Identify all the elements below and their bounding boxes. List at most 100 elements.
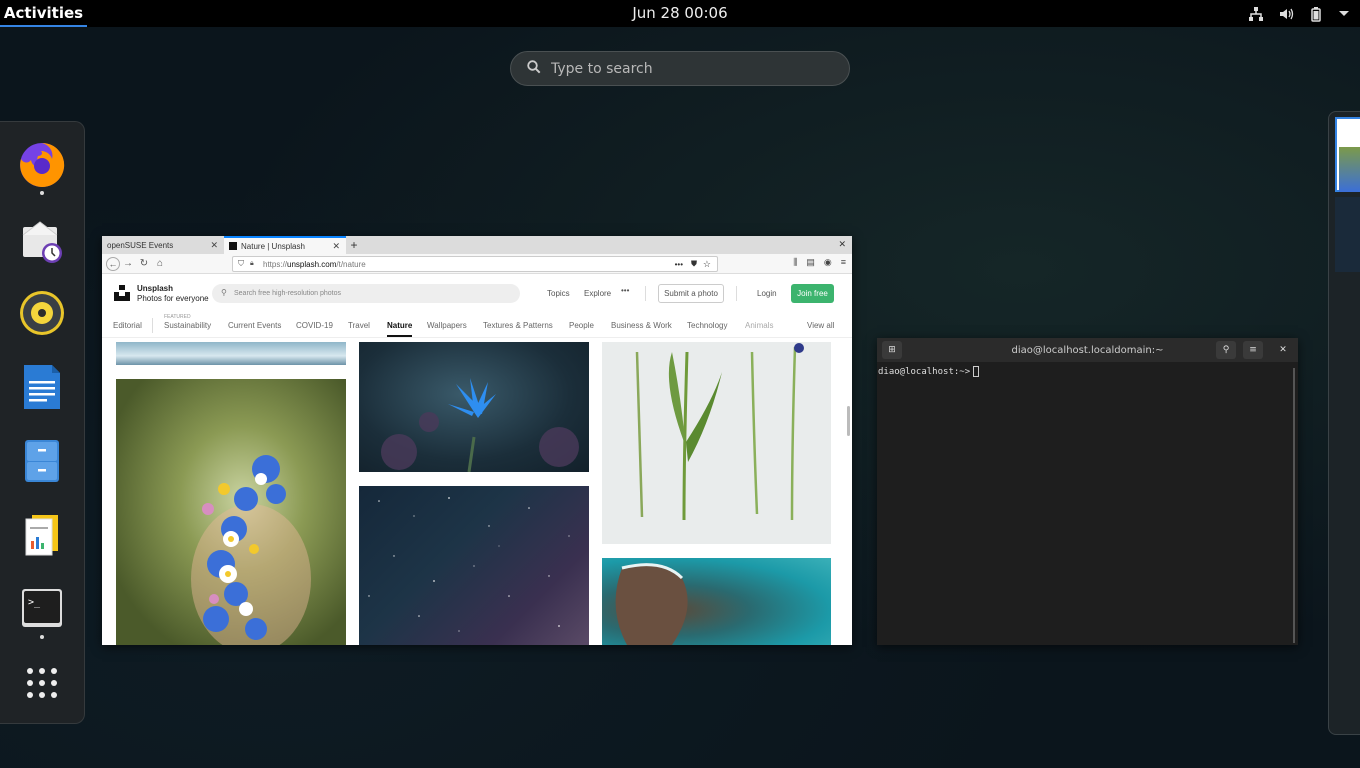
photo-search-input[interactable]: ⚲ Search free high-resolution photos: [212, 284, 520, 303]
top-bar: Activities Jun 28 00:06: [0, 0, 1360, 27]
photo-flower-crown[interactable]: [116, 379, 346, 645]
app-grid-icon[interactable]: [18, 659, 66, 707]
photo-water[interactable]: [116, 342, 346, 365]
category-covid[interactable]: COVID-19: [296, 321, 333, 330]
category-nav: FEATURED Editorial Sustainability Curren…: [102, 312, 852, 338]
page-actions-icon[interactable]: •••: [675, 260, 683, 269]
firefox-icon[interactable]: [18, 141, 66, 189]
chevron-down-icon[interactable]: [1338, 8, 1350, 20]
tab-label: Nature | Unsplash: [241, 241, 305, 251]
category-technology[interactable]: Technology: [687, 321, 727, 330]
join-free-button[interactable]: Join free: [791, 284, 834, 303]
photo-blue-flower[interactable]: [359, 342, 589, 473]
back-arrow-icon[interactable]: ←: [106, 256, 120, 271]
workspace-panel: [1335, 197, 1360, 272]
terminal-title: diao@localhost.localdomain:~: [1011, 344, 1164, 356]
terminal-headerbar: ⊞ diao@localhost.localdomain:~ ⚲ ≡ ✕: [877, 338, 1298, 362]
mail-clock-icon[interactable]: [18, 217, 66, 265]
file-cabinet-icon[interactable]: [18, 437, 66, 485]
clock[interactable]: Jun 28 00:06: [0, 0, 1360, 27]
photo-night-sky[interactable]: [359, 486, 589, 645]
brand[interactable]: Unsplash Photos for everyone: [137, 284, 209, 304]
new-tab-icon[interactable]: ⊞: [882, 341, 902, 359]
unsplash-header: Unsplash Photos for everyone ⚲ Search fr…: [102, 274, 852, 312]
window-close-icon[interactable]: ✕: [838, 239, 846, 250]
running-indicator: [40, 635, 44, 639]
tab-opensuse-events[interactable]: openSUSE Events ✕: [102, 236, 224, 254]
sidebar-icon[interactable]: ▤: [806, 257, 815, 268]
photo-rock-ocean[interactable]: [602, 558, 831, 645]
navigation-bar: ← → ↻ ⌂ ⛉ 🔒︎ https://unsplash.com/t/natu…: [102, 254, 852, 274]
topics-link[interactable]: Topics: [547, 289, 570, 298]
category-current-events[interactable]: Current Events: [228, 321, 281, 330]
explore-link[interactable]: Explore: [584, 289, 611, 298]
divider: [736, 286, 737, 301]
category-travel[interactable]: Travel: [348, 321, 370, 330]
terminal-content[interactable]: diao@localhost:~>: [877, 362, 1298, 381]
volume-icon[interactable]: [1278, 6, 1294, 22]
more-icon[interactable]: •••: [621, 286, 629, 295]
search-input[interactable]: [551, 60, 831, 77]
system-tray[interactable]: [1248, 0, 1350, 27]
category-nature[interactable]: Nature: [387, 321, 413, 337]
url-path: /t/nature: [336, 259, 366, 269]
new-tab-button[interactable]: +: [346, 236, 362, 254]
battery-icon[interactable]: [1308, 6, 1324, 22]
submit-photo-button[interactable]: Submit a photo: [658, 284, 724, 303]
divider: [645, 286, 646, 301]
terminal-scrollbar[interactable]: [1293, 368, 1295, 643]
category-editorial[interactable]: Editorial: [113, 321, 142, 330]
tab-bar: openSUSE Events ✕ Nature | Unsplash ✕ + …: [102, 236, 852, 254]
terminal-cursor: [973, 366, 980, 377]
category-textures[interactable]: Textures & Patterns: [483, 321, 553, 330]
login-link[interactable]: Login: [757, 289, 777, 298]
url-prefix: https://: [263, 259, 288, 269]
hamburger-menu-icon[interactable]: ≡: [1243, 341, 1263, 359]
account-icon[interactable]: ◉: [824, 257, 832, 268]
close-icon[interactable]: ✕: [1273, 341, 1293, 359]
overview-search[interactable]: [510, 51, 850, 86]
url-bar[interactable]: ⛉ 🔒︎ https://unsplash.com/t/nature ••• ⛊…: [232, 256, 718, 272]
tab-label: openSUSE Events: [107, 240, 174, 250]
lock-icon[interactable]: 🔒︎: [250, 260, 254, 268]
pocket-icon[interactable]: ⛊: [691, 259, 697, 269]
search-icon: ⚲: [221, 288, 227, 297]
terminal-prompt: diao@localhost:~>: [878, 367, 971, 377]
url-host: unsplash.com: [287, 259, 337, 269]
category-animals[interactable]: Animals: [745, 321, 773, 330]
divider: [152, 318, 153, 333]
view-all-link[interactable]: View all: [807, 321, 834, 330]
photo-tulip-stems[interactable]: [602, 342, 831, 544]
svg-text:>_: >_: [28, 597, 41, 608]
category-sustainability[interactable]: Sustainability: [164, 321, 211, 330]
workspace-thumbnail[interactable]: [1328, 111, 1360, 735]
close-icon[interactable]: ✕: [210, 240, 218, 251]
close-icon[interactable]: ✕: [332, 241, 340, 252]
speaker-icon[interactable]: [18, 289, 66, 337]
running-indicator: [40, 191, 44, 195]
bookmark-star-icon[interactable]: ☆: [703, 259, 711, 270]
hamburger-menu-icon[interactable]: ≡: [841, 257, 846, 268]
terminal-icon[interactable]: >_: [18, 585, 66, 633]
firefox-window[interactable]: openSUSE Events ✕ Nature | Unsplash ✕ + …: [102, 236, 852, 645]
category-business[interactable]: Business & Work: [611, 321, 672, 330]
page-scrollbar[interactable]: [847, 406, 850, 436]
office-suite-icon[interactable]: [18, 511, 66, 559]
activities-button[interactable]: Activities: [0, 0, 87, 27]
category-people[interactable]: People: [569, 321, 594, 330]
tab-nature-unsplash[interactable]: Nature | Unsplash ✕: [224, 236, 346, 254]
document-icon[interactable]: [18, 363, 66, 411]
shield-icon[interactable]: ⛉: [238, 259, 244, 269]
library-icon[interactable]: ⫼: [793, 257, 797, 268]
terminal-window[interactable]: ⊞ diao@localhost.localdomain:~ ⚲ ≡ ✕ dia…: [877, 338, 1298, 645]
reload-icon[interactable]: ↻: [136, 258, 152, 269]
forward-arrow-icon[interactable]: →: [120, 258, 136, 269]
home-icon[interactable]: ⌂: [152, 258, 168, 269]
network-icon[interactable]: [1248, 6, 1264, 22]
dash: >_: [0, 121, 85, 724]
unsplash-logo-icon[interactable]: [113, 284, 131, 302]
category-wallpapers[interactable]: Wallpapers: [427, 321, 467, 330]
workspace-window-preview[interactable]: [1335, 117, 1360, 192]
search-icon[interactable]: ⚲: [1216, 341, 1236, 359]
featured-label: FEATURED: [164, 314, 191, 320]
